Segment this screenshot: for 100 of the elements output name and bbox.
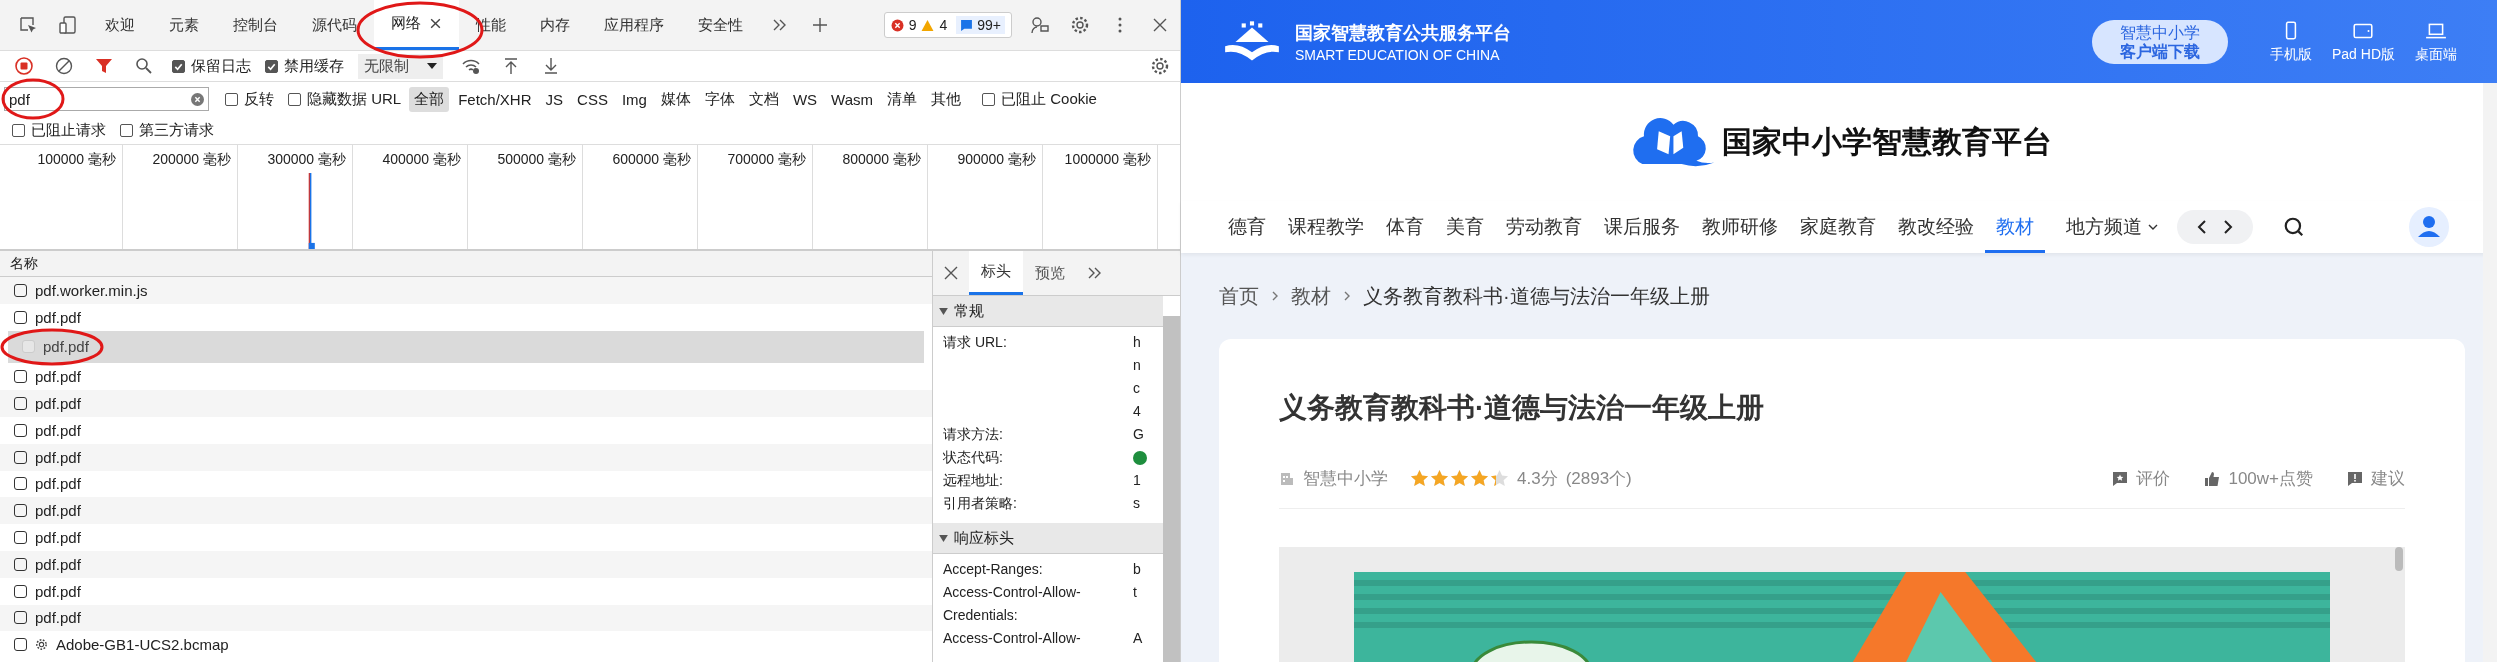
nav-link[interactable]: 教材 — [1985, 201, 2045, 253]
checkbox[interactable] — [172, 59, 185, 73]
nav-link[interactable]: 课后服务 — [1593, 201, 1691, 253]
nav-link[interactable]: 体育 — [1375, 201, 1435, 253]
section-header[interactable]: 常规 — [933, 296, 1163, 327]
checkbox[interactable] — [14, 397, 27, 411]
checkbox[interactable] — [14, 531, 27, 545]
checkbox[interactable] — [14, 611, 27, 625]
clear-icon[interactable] — [54, 56, 74, 76]
nav-link[interactable]: 教师研修 — [1691, 201, 1789, 253]
request-row[interactable]: pdf.pdf — [0, 443, 932, 471]
nav-link[interactable]: 家庭教育 — [1789, 201, 1887, 253]
type-filter-button[interactable]: Img — [616, 87, 652, 111]
type-filter-button[interactable]: 全部 — [409, 86, 450, 112]
comment-star-icon[interactable] — [2112, 470, 2129, 487]
request-row[interactable]: pdf.pdf — [0, 470, 932, 498]
type-filter-button[interactable]: 其他 — [926, 86, 967, 112]
throttling-dropdown[interactable]: 无限制 — [358, 53, 443, 79]
feedback-icon[interactable] — [1030, 15, 1050, 35]
checkbox[interactable] — [982, 92, 996, 106]
panel-tab[interactable]: 元素 — [152, 0, 216, 50]
panel-tab[interactable]: 欢迎 — [88, 0, 152, 50]
nav-dropdown[interactable]: 地方频道 — [2055, 201, 2169, 253]
chevron-right-icon[interactable] — [2223, 219, 2233, 235]
expand-arrow-icon[interactable] — [939, 534, 948, 542]
request-row[interactable]: pdf.pdf — [0, 497, 932, 525]
nav-link[interactable]: 课程教学 — [1277, 201, 1375, 253]
panel-tab[interactable]: 安全性 — [681, 0, 760, 50]
panel-tab[interactable]: 网络 — [374, 0, 459, 50]
request-row[interactable]: pdf.pdf — [0, 577, 932, 605]
scrollbar[interactable] — [2395, 547, 2403, 571]
nav-link[interactable]: 德育 — [1217, 201, 1277, 253]
checkbox[interactable] — [12, 123, 25, 137]
issues-counter[interactable]: 9 4 99+ — [883, 12, 1012, 38]
checkbox[interactable] — [225, 92, 238, 106]
download-button[interactable]: 智慧中小学 客户端下载 — [2091, 19, 2228, 64]
record-stop-icon[interactable] — [14, 56, 34, 76]
type-filter-button[interactable]: WS — [787, 87, 823, 111]
checkbox[interactable] — [14, 283, 27, 297]
filter-field[interactable]: pdf — [4, 87, 209, 111]
action-link[interactable]: 100w+点赞 — [2228, 467, 2313, 490]
nav-link[interactable]: 劳动教育 — [1495, 201, 1593, 253]
settings-icon[interactable] — [1150, 56, 1170, 76]
breadcrumb-link[interactable]: 教材 — [1291, 282, 1331, 310]
close-icon[interactable] — [429, 17, 442, 30]
exclamation-icon[interactable] — [2347, 470, 2363, 487]
detail-tab[interactable]: 预览 — [1023, 251, 1077, 295]
breadcrumb-link[interactable]: 首页 — [1219, 282, 1259, 310]
request-row[interactable]: Adobe-GB1-UCS2.bcmap — [0, 631, 932, 659]
checkbox[interactable] — [14, 504, 27, 518]
request-row[interactable]: pdf.pdf — [0, 303, 932, 331]
device-toggle-icon[interactable] — [58, 15, 78, 35]
request-row[interactable]: pdf.worker.min.js — [0, 277, 932, 304]
checkbox[interactable] — [288, 92, 301, 106]
section-header[interactable]: 响应标头 — [933, 523, 1163, 554]
type-filter-button[interactable]: Wasm — [826, 87, 879, 111]
scrollbar[interactable] — [2483, 83, 2497, 662]
type-filter-button[interactable]: CSS — [572, 87, 613, 111]
checkbox[interactable] — [14, 557, 27, 571]
request-row[interactable]: pdf.pdf — [0, 550, 932, 578]
nav-link[interactable]: 教改经验 — [1887, 201, 1985, 253]
request-row[interactable]: pdf.pdf — [0, 390, 932, 417]
panel-tab[interactable]: 源代码 — [295, 0, 374, 50]
checkbox[interactable] — [14, 584, 27, 598]
type-filter-button[interactable]: Fetch/XHR — [453, 87, 537, 111]
chevron-left-icon[interactable] — [2197, 219, 2207, 235]
inspect-icon[interactable] — [18, 15, 38, 35]
device-link[interactable]: Pad HD版 — [2331, 45, 2395, 64]
checkbox[interactable] — [14, 638, 27, 652]
device-link[interactable]: 桌面端 — [2415, 45, 2457, 64]
add-icon[interactable] — [810, 15, 830, 35]
filter-icon[interactable] — [94, 56, 114, 76]
panel-tab[interactable]: 内存 — [523, 0, 587, 50]
checkbox[interactable] — [14, 310, 27, 324]
action-link[interactable]: 建议 — [2371, 467, 2405, 490]
request-row[interactable]: pdf.pdf — [8, 330, 924, 364]
panel-tab[interactable]: 控制台 — [216, 0, 295, 50]
checkbox[interactable] — [14, 450, 27, 464]
panel-tab[interactable]: 应用程序 — [587, 0, 681, 50]
column-header[interactable]: 名称 — [0, 251, 932, 277]
request-row[interactable]: pdf.pdf — [0, 363, 932, 391]
type-filter-button[interactable]: JS — [540, 87, 569, 111]
checkbox[interactable] — [14, 370, 27, 384]
nav-scroll-control[interactable] — [2177, 210, 2253, 244]
type-filter-button[interactable]: 媒体 — [655, 86, 696, 112]
type-filter-button[interactable]: 文档 — [743, 86, 784, 112]
type-filter-button[interactable]: 字体 — [699, 86, 740, 112]
action-link[interactable]: 评价 — [2136, 467, 2171, 490]
request-row[interactable]: pdf.pdf — [0, 417, 932, 444]
search-icon[interactable] — [2283, 216, 2305, 238]
scrollbar[interactable] — [1163, 316, 1180, 662]
request-row[interactable]: pdf.pdf — [0, 524, 932, 551]
checkbox[interactable] — [14, 477, 27, 491]
settings-icon[interactable] — [1070, 15, 1090, 35]
search-icon[interactable] — [134, 56, 154, 76]
request-row[interactable]: pdf.pdf — [0, 604, 932, 632]
detail-tab[interactable]: 标头 — [969, 251, 1023, 295]
checkbox[interactable] — [14, 423, 27, 437]
clear-filter-icon[interactable] — [191, 92, 204, 106]
checkbox[interactable] — [265, 59, 278, 73]
